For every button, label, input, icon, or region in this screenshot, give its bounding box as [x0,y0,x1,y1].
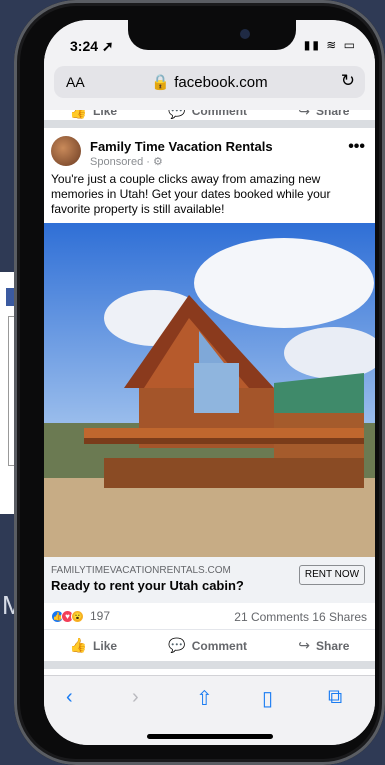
comment-button[interactable]: 💬 Comment [168,110,247,120]
like-label: Like [93,638,118,653]
link-domain: FAMILYTIMEVACATIONRENTALS.COM [51,565,231,576]
link-preview[interactable]: FAMILYTIMEVACATIONRENTALS.COM Ready to r… [44,557,375,603]
sponsored-label: Sponsored · ⚙ [90,156,163,168]
thumbs-up-icon: 👍 [69,110,88,119]
share-button[interactable]: ↪ Share [298,637,349,654]
share-icon: ↪ [298,637,311,653]
post-stats: 👍 ♥ 😮 197 21 Comments 16 Shares [44,603,375,629]
thumbs-up-icon: 👍 [69,637,88,653]
comment-icon: 💬 [168,110,186,119]
phone-screen: 3:24 ➚ ▮▮ ≋ ▭ AA 🔒 facebook.com ↻ 👍 Like … [44,20,375,745]
comments-shares-count[interactable]: 21 Comments 16 Shares [234,610,367,624]
share-icon: ↪ [298,110,311,119]
news-feed: 👍 Like 💬 Comment ↪ Share Family Time Vacati… [44,110,375,675]
like-button[interactable]: 👍 Like [70,110,117,120]
post-actions: 👍 Like 💬 Comment ↪ Share [44,629,375,661]
browser-address-bar: AA 🔒 facebook.com ↻ [44,64,375,110]
camera-icon [240,29,250,39]
like-label: Like [93,110,118,118]
share-button[interactable]: ↪ Share [298,110,349,120]
cabin-photo[interactable] [44,223,375,557]
wow-reaction-icon: 😮 [71,609,84,623]
share-sheet-icon[interactable]: ⇧ [196,686,213,711]
reload-icon[interactable]: ↻ [341,71,355,91]
rent-now-button[interactable]: RENT NOW [299,565,365,585]
link-title[interactable]: Ready to rent your Utah cabin? [51,578,244,593]
share-label: Share [316,110,350,118]
comment-label: Comment [191,638,248,653]
page-name[interactable]: Family Time Vacation Rentals [90,139,273,154]
url-field[interactable]: AA 🔒 facebook.com ↻ [54,66,365,98]
bookmarks-icon[interactable]: ▯ [262,686,273,711]
status-time: 3:24 ➚ [70,38,114,54]
comment-icon: 💬 [168,637,186,653]
comment-label: Comment [191,110,248,118]
reactions[interactable]: 👍 ♥ 😮 197 [51,609,110,623]
home-indicator [147,734,273,739]
phone-frame: 3:24 ➚ ▮▮ ≋ ▭ AA 🔒 facebook.com ↻ 👍 Like … [14,0,385,765]
more-options-icon[interactable]: ••• [348,138,365,156]
tabs-icon[interactable]: ⧉ [328,686,342,709]
post-text: You're just a couple clicks away from am… [51,172,331,216]
cabin-illustration [44,223,375,557]
share-label: Share [316,638,350,653]
post-header: Family Time Vacation Rentals Sponsored ·… [44,128,375,172]
reaction-count: 197 [90,609,111,623]
notch [128,20,296,50]
previous-post-actions: 👍 Like 💬 Comment ↪ Share [44,110,375,120]
forward-icon[interactable]: › [132,686,139,709]
sponsored-post: Family Time Vacation Rentals Sponsored ·… [44,128,375,661]
browser-toolbar: ‹ › ⇧ ▯ ⧉ [44,675,375,745]
status-icons: ▮▮ ≋ ▭ [303,38,357,52]
page-avatar[interactable] [51,136,81,166]
like-button[interactable]: 👍 Like [70,637,117,654]
comment-button[interactable]: 💬 Comment [168,637,247,654]
url-text[interactable]: 🔒 facebook.com [54,73,365,91]
back-icon[interactable]: ‹ [66,686,73,709]
